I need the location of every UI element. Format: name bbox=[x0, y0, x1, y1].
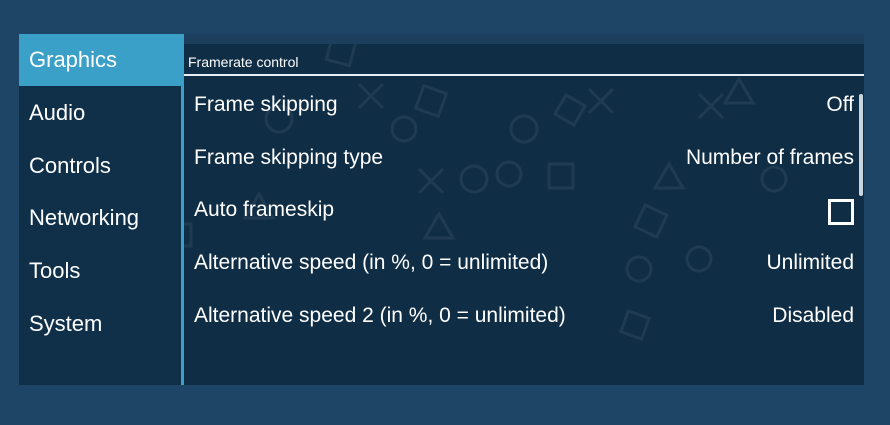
setting-value: Disabled bbox=[772, 304, 854, 327]
setting-alternative-speed-2[interactable]: Alternative speed 2 (in %, 0 = unlimited… bbox=[184, 290, 856, 342]
sidebar-item-networking[interactable]: Networking bbox=[19, 192, 181, 244]
auto-frameskip-checkbox[interactable] bbox=[828, 199, 854, 225]
sidebar-item-controls[interactable]: Controls bbox=[19, 140, 181, 192]
setting-label: Alternative speed (in %, 0 = unlimited) bbox=[194, 251, 549, 274]
setting-label: Frame skipping bbox=[194, 93, 338, 116]
sidebar-item-tools[interactable]: Tools bbox=[19, 245, 181, 297]
setting-label: Alternative speed 2 (in %, 0 = unlimited… bbox=[194, 304, 566, 327]
top-strip bbox=[184, 34, 864, 44]
setting-auto-frameskip[interactable]: Auto frameskip bbox=[184, 184, 856, 236]
setting-alternative-speed[interactable]: Alternative speed (in %, 0 = unlimited) … bbox=[184, 237, 856, 289]
settings-scrollbar[interactable] bbox=[859, 94, 863, 196]
setting-label: Frame skipping type bbox=[194, 146, 384, 169]
setting-label: Auto frameskip bbox=[194, 198, 335, 221]
setting-value: Unlimited bbox=[766, 251, 854, 274]
setting-frame-skipping-type[interactable]: Frame skipping type Number of frames bbox=[184, 132, 856, 184]
sidebar-item-system[interactable]: System bbox=[19, 298, 181, 350]
setting-value: Number of frames bbox=[685, 146, 854, 169]
category-sidebar: Graphics Audio Controls Networking Tools… bbox=[19, 34, 181, 385]
section-header: Framerate control bbox=[184, 50, 864, 76]
section-title: Framerate control bbox=[188, 54, 299, 70]
setting-value: Off bbox=[826, 93, 854, 116]
setting-frame-skipping[interactable]: Frame skipping Off bbox=[184, 79, 856, 131]
settings-window: Graphics Audio Controls Networking Tools… bbox=[19, 34, 864, 385]
sidebar-item-graphics[interactable]: Graphics bbox=[19, 34, 181, 86]
sidebar-item-audio[interactable]: Audio bbox=[19, 87, 181, 139]
